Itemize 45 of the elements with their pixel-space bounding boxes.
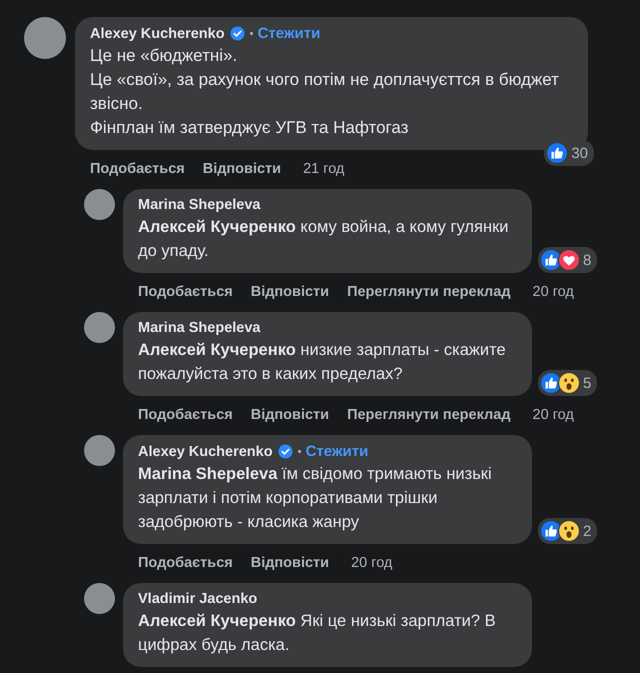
comment-action-link[interactable]: Відповісти <box>250 407 330 423</box>
avatar[interactable] <box>84 312 115 343</box>
avatar[interactable] <box>24 17 66 59</box>
comment-time[interactable]: 20 год <box>351 555 392 571</box>
thumbs-up-icon <box>546 142 568 164</box>
reactions-badge[interactable]: 30 <box>544 140 594 166</box>
comment-text: Це «свої», за рахунок чого потім не доплачуєттся в бюджет звісно. <box>90 69 560 115</box>
surprised-face-icon <box>558 520 580 542</box>
author-name[interactable]: Marina Shepeleva <box>138 320 260 336</box>
surprised-face-icon <box>558 372 580 394</box>
follow-link[interactable]: Стежити <box>258 25 320 42</box>
separator-dot <box>250 32 253 35</box>
comment-text: Алексей Кучеренко Які це низькі зарплати? В цифрах будь ласка. <box>138 611 497 656</box>
comment-time[interactable]: 21 год <box>303 161 344 177</box>
avatar[interactable] <box>84 435 115 466</box>
author-name[interactable]: Marina Shepeleva <box>138 197 260 213</box>
separator-dot <box>298 450 301 453</box>
author-name[interactable]: Alexey Kucherenko <box>90 26 225 42</box>
comment-action-link[interactable]: Подобається <box>90 161 185 177</box>
comment-action-link[interactable]: Подобається <box>138 555 233 571</box>
follow-link[interactable]: Стежити <box>306 443 368 460</box>
comment-text: Фінплан їм затверджує УГВ та Нафтогаз <box>90 117 410 139</box>
comment-text: Marina Shepeleva їм свідомо тримають низькі зарплати і потім корпоративами трішки задобрюють - класика жанру <box>138 464 493 533</box>
reactions-badge[interactable]: 5 <box>538 370 598 396</box>
comment-text: Алексей Кучеренко кому война, а кому гулянки до упаду. <box>138 217 510 262</box>
author-name[interactable]: Alexey Kucherenko <box>138 444 273 460</box>
thumbs-up-icon <box>540 372 562 394</box>
comment-action-link[interactable]: Подобається <box>138 407 233 423</box>
comment-action-link[interactable]: Переглянути переклад <box>347 284 511 300</box>
reactions-badge[interactable]: 2 <box>538 518 598 544</box>
comment-action-link[interactable]: Відповісти <box>202 161 282 177</box>
avatar[interactable] <box>84 189 115 220</box>
comment-text: Це не «бюджетні». <box>90 45 238 67</box>
avatar[interactable] <box>84 583 115 614</box>
author-name[interactable]: Vladimir Jacenko <box>138 591 258 607</box>
comment-text: Алексей Кучеренко низкие зарплаты - скажите пожалуйста это в каких пределах? <box>138 340 507 385</box>
reactions-badge[interactable]: 8 <box>538 247 598 273</box>
comment-action-link[interactable]: Подобається <box>138 284 233 300</box>
comment-time[interactable]: 20 год <box>532 284 574 300</box>
thumbs-up-icon <box>540 520 562 542</box>
comment-action-link[interactable]: Відповісти <box>250 284 330 300</box>
thumbs-up-icon <box>540 249 562 271</box>
comment-action-link[interactable]: Переглянути переклад <box>347 407 511 423</box>
comment-action-link[interactable]: Відповісти <box>250 555 330 571</box>
comment-time[interactable]: 20 год <box>532 407 574 423</box>
